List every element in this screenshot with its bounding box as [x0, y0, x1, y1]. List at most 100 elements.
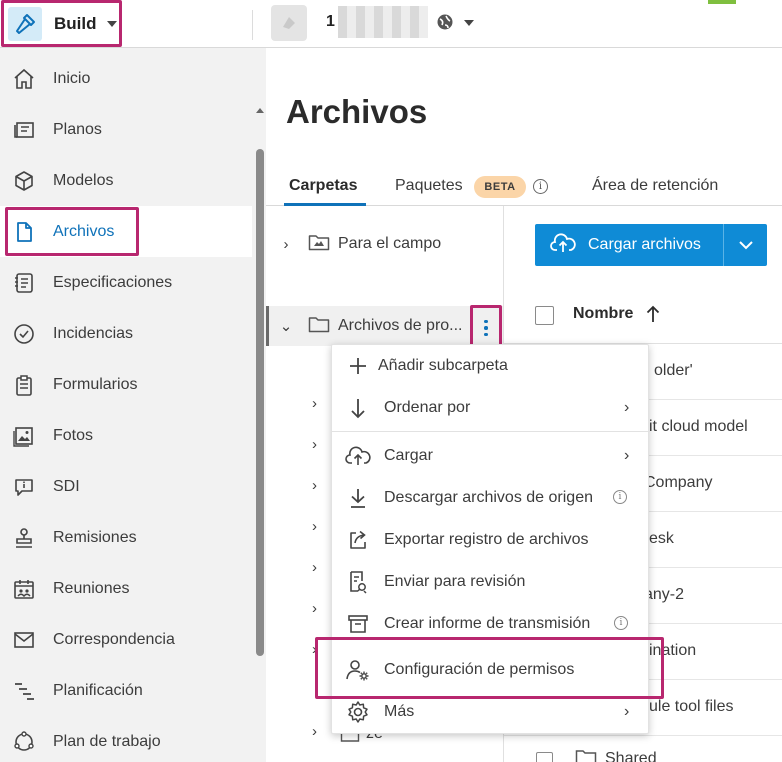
tab-area-de-retencion[interactable]: Área de retención — [592, 177, 718, 195]
info-icon[interactable]: i — [614, 616, 628, 630]
menu-item-cargar[interactable]: Cargar › — [332, 436, 650, 476]
subfolder-chevron-icon[interactable]: › — [312, 477, 317, 494]
info-icon[interactable]: i — [613, 490, 627, 504]
tree-item-archivos-de-proyecto[interactable]: ⌄ Archivos de pro... — [266, 306, 503, 346]
upload-files-button[interactable]: Cargar archivos — [535, 224, 767, 266]
schedule-icon — [11, 678, 37, 704]
mail-icon — [11, 627, 37, 653]
chevron-down-icon[interactable]: ⌄ — [276, 317, 296, 335]
upload-dropdown-toggle[interactable] — [724, 224, 767, 266]
sidebar-item-label: Plan de trabajo — [53, 732, 161, 750]
sidebar-item-label: Modelos — [53, 171, 114, 189]
subfolder-chevron-icon[interactable]: › — [312, 641, 317, 658]
globe-icon[interactable] — [436, 13, 454, 36]
file-name: it cloud model — [649, 418, 748, 435]
workplan-icon — [11, 729, 37, 755]
project-name[interactable]: 1 — [326, 13, 335, 31]
sidebar-item-reuniones[interactable]: Reuniones — [0, 563, 252, 614]
divider — [252, 10, 253, 40]
sidebar-item-planos[interactable]: Planos — [0, 104, 252, 155]
redacted-project-name — [338, 6, 428, 38]
sidebar-item-sdi[interactable]: SDI — [0, 461, 252, 512]
context-menu: Añadir subcarpeta Ordenar por › Cargar ›… — [331, 344, 650, 734]
subfolder-chevron-icon[interactable]: › — [312, 395, 317, 412]
row-checkbox[interactable] — [536, 752, 553, 762]
sidebar: Inicio Planos Modelos Archivos Especific… — [0, 48, 266, 762]
page-title: Archivos — [286, 93, 428, 130]
sidebar-item-label: Correspondencia — [53, 630, 175, 648]
menu-item-descargar-archivos-de-origen[interactable]: Descargar archivos de origen i — [332, 478, 650, 518]
menu-item-ordenar-por[interactable]: Ordenar por › — [332, 388, 650, 428]
select-all-checkbox[interactable] — [535, 306, 554, 325]
sidebar-item-incidencias[interactable]: Incidencias — [0, 308, 252, 359]
menu-item-label: Crear informe de transmisión — [384, 615, 591, 632]
sidebar-item-modelos[interactable]: Modelos — [0, 155, 252, 206]
transmittal-icon — [345, 611, 371, 637]
file-icon — [11, 219, 37, 245]
file-name: Company — [644, 474, 713, 491]
menu-item-enviar-para-revision[interactable]: Enviar para revisión — [332, 562, 650, 602]
beta-badge: BETA — [474, 176, 526, 198]
upload-main-action[interactable]: Cargar archivos — [535, 224, 724, 266]
arrow-down-icon — [345, 395, 371, 421]
sidebar-scrollbar[interactable] — [256, 149, 264, 656]
menu-item-label: Añadir subcarpeta — [378, 357, 508, 374]
info-icon[interactable]: i — [533, 179, 548, 194]
subfolder-chevron-icon[interactable]: › — [312, 723, 317, 740]
subfolder-chevron-icon[interactable]: › — [312, 518, 317, 535]
sidebar-item-label: Reuniones — [53, 579, 130, 597]
stamp-icon — [11, 525, 37, 551]
product-switcher[interactable]: Build — [5, 3, 121, 45]
more-options-icon[interactable] — [473, 310, 499, 346]
chevron-right-icon: › — [624, 399, 630, 416]
product-name: Build — [54, 14, 97, 33]
tab-carpetas[interactable]: Carpetas — [289, 177, 357, 195]
tab-paquetes[interactable]: Paquetes — [395, 177, 463, 195]
sidebar-item-label: Inicio — [53, 69, 91, 87]
project-chevron-down-icon[interactable] — [464, 20, 474, 26]
sidebar-item-label: Planificación — [53, 681, 143, 699]
sidebar-item-label: Especificaciones — [53, 273, 173, 291]
file-name: ination — [649, 642, 697, 659]
sidebar-item-plan-de-trabajo[interactable]: Plan de trabajo — [0, 716, 252, 762]
menu-item-mas[interactable]: Más › — [332, 692, 650, 732]
sidebar-item-planificacion[interactable]: Planificación — [0, 665, 252, 716]
subfolder-chevron-icon[interactable]: › — [312, 559, 317, 576]
menu-item-configuracion-de-permisos[interactable]: Configuración de permisos — [332, 650, 650, 690]
folder-icon — [308, 314, 330, 339]
sidebar-item-especificaciones[interactable]: Especificaciones — [0, 257, 252, 308]
status-indicator — [708, 0, 736, 4]
sidebar-item-correspondencia[interactable]: Correspondencia — [0, 614, 252, 665]
review-icon — [345, 569, 371, 595]
menu-item-exportar-registro[interactable]: Exportar registro de archivos — [332, 520, 650, 560]
file-name: ule tool files — [649, 698, 734, 715]
home-icon — [11, 66, 37, 92]
subfolder-chevron-icon[interactable]: › — [312, 436, 317, 453]
menu-item-label: Descargar archivos de origen — [384, 489, 593, 506]
sidebar-item-formularios[interactable]: Formularios — [0, 359, 252, 410]
sidebar-item-label: Remisiones — [53, 528, 137, 546]
file-name[interactable]: Shared — [605, 750, 657, 762]
tree-item-label: Archivos de pro... — [338, 317, 463, 334]
specs-icon — [11, 270, 37, 296]
chevron-right-icon: › — [624, 447, 630, 464]
sidebar-item-inicio[interactable]: Inicio — [0, 53, 252, 104]
menu-item-label: Cargar — [384, 447, 433, 464]
menu-item-crear-informe-de-transmision[interactable]: Crear informe de transmisión i — [332, 604, 650, 644]
sidebar-item-fotos[interactable]: Fotos — [0, 410, 252, 461]
chevron-right-icon[interactable]: › — [276, 236, 296, 253]
subfolder-chevron-icon[interactable]: › — [312, 600, 317, 617]
export-icon — [345, 527, 371, 553]
menu-item-anadir-subcarpeta[interactable]: Añadir subcarpeta — [332, 346, 650, 386]
user-gear-icon — [345, 657, 371, 683]
tree-item-para-el-campo[interactable]: › Para el campo — [266, 224, 503, 264]
sidebar-item-archivos[interactable]: Archivos — [0, 206, 252, 257]
column-header-name[interactable]: Nombre — [573, 305, 633, 323]
cube-icon — [11, 168, 37, 194]
sidebar-item-remisiones[interactable]: Remisiones — [0, 512, 252, 563]
project-icon[interactable] — [271, 5, 307, 41]
sort-ascending-icon[interactable] — [646, 305, 660, 328]
cloud-upload-icon — [345, 443, 371, 469]
sidebar-item-label: Planos — [53, 120, 102, 138]
scroll-up-arrow-icon[interactable] — [256, 108, 264, 113]
